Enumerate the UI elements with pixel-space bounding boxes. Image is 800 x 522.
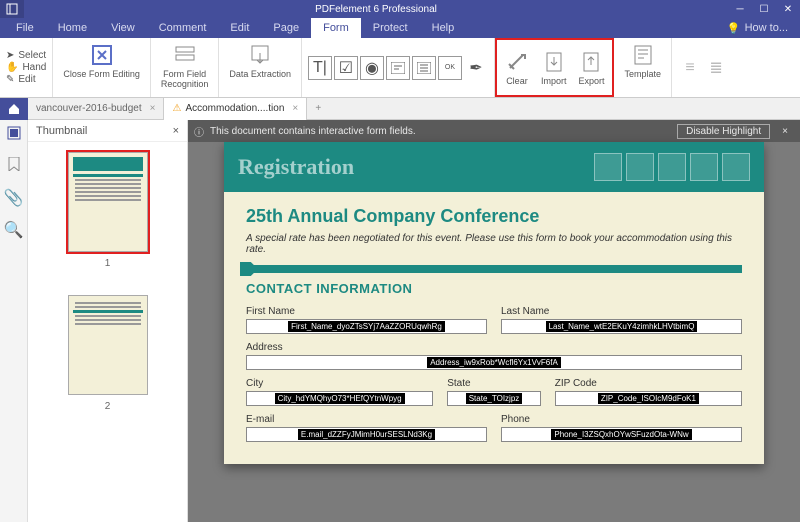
thumbnail-panel: Thumbnail × 1 2 [28, 120, 188, 522]
dropdown-field-button[interactable] [386, 56, 410, 80]
document-tabs: vancouver-2016-budget× ⚠Accommodation...… [0, 98, 800, 120]
edit-tool[interactable]: ✎Edit [6, 74, 46, 85]
city-label: City [246, 378, 433, 389]
ribbon-align-group: ≡ ≣ [672, 38, 734, 97]
close-tab-icon[interactable]: × [288, 103, 298, 114]
radio-field-button[interactable]: ◉ [360, 56, 384, 80]
last-name-label: Last Name [501, 306, 742, 317]
howto-button[interactable]: 💡How to... [727, 22, 800, 35]
page-header: Registration [224, 142, 764, 192]
phone-input[interactable]: Phone_I3ZSQxhOYwSFuzdOta-WNw [501, 427, 742, 442]
thumbnail-panel-button[interactable] [7, 126, 21, 145]
hand-tool[interactable]: ✋Hand [6, 62, 46, 73]
clear-button[interactable]: Clear [499, 47, 535, 89]
close-form-editing-button[interactable]: Close Form Editing [57, 40, 146, 82]
disable-highlight-button[interactable]: Disable Highlight [677, 124, 770, 139]
ribbon-form-fields-group: T| ☑ ◉ OK ✒ [302, 38, 495, 97]
city-input[interactable]: City_hdYMQhyO73*HEfQYtnWpyg [246, 391, 433, 406]
form-info-bar: ⓘ This document contains interactive for… [188, 120, 800, 142]
warning-icon: ⚠ [172, 103, 181, 114]
title-bar: PDFelement 6 Professional ─ ☐ ✕ [0, 0, 800, 18]
state-input[interactable]: State_TOIzjpz [447, 391, 541, 406]
data-extraction-button[interactable]: Data Extraction [223, 40, 297, 82]
ribbon-tools-group: ➤Select ✋Hand ✎Edit [0, 38, 53, 97]
menu-edit[interactable]: Edit [218, 18, 261, 38]
phone-label: Phone [501, 414, 742, 425]
page-thumbnail-1[interactable] [68, 152, 148, 252]
zip-input[interactable]: ZIP_Code_ISOIcM9dFoK1 [555, 391, 742, 406]
template-button[interactable]: Template [618, 40, 667, 82]
address-input[interactable]: Address_iw9xRob*Wcfl6Yx1VvF6fA [246, 355, 742, 370]
menu-protect[interactable]: Protect [361, 18, 420, 38]
checkbox-field-button[interactable]: ☑ [334, 56, 358, 80]
new-tab-button[interactable]: + [307, 103, 329, 114]
menu-comment[interactable]: Comment [147, 18, 219, 38]
address-label: Address [246, 342, 742, 353]
info-icon: ⓘ [194, 124, 204, 139]
page-header-title: Registration [238, 154, 354, 180]
align-2-button[interactable]: ≣ [704, 56, 728, 80]
ribbon: ➤Select ✋Hand ✎Edit Close Form Editing F… [0, 38, 800, 98]
import-button[interactable]: Import [535, 47, 573, 89]
zip-label: ZIP Code [555, 378, 742, 389]
menu-bar: File Home View Comment Edit Page Form Pr… [0, 18, 800, 38]
thumbnail-label: Thumbnail [36, 125, 87, 137]
thumb-number: 1 [105, 258, 111, 269]
export-button[interactable]: Export [572, 47, 610, 89]
button-field-button[interactable]: OK [438, 56, 462, 80]
email-label: E-mail [246, 414, 487, 425]
text-field-button[interactable]: T| [308, 56, 332, 80]
info-message: This document contains interactive form … [210, 126, 416, 137]
pdf-page[interactable]: Registration 25th Annual Company Confere… [224, 142, 764, 464]
app-logo-icon [0, 0, 24, 18]
menu-page[interactable]: Page [261, 18, 311, 38]
tab-vancouver[interactable]: vancouver-2016-budget× [28, 98, 164, 120]
section-heading: CONTACT INFORMATION [246, 281, 742, 296]
minimize-button[interactable]: ─ [728, 0, 752, 18]
close-tab-icon[interactable]: × [146, 103, 156, 114]
align-1-button[interactable]: ≡ [678, 56, 702, 80]
home-tab-button[interactable] [0, 98, 28, 120]
divider-bar [246, 265, 742, 273]
email-input[interactable]: E.mail_dZZFyJMimH0urSESLNd3Kg [246, 427, 487, 442]
page-thumbnail-2[interactable] [68, 295, 148, 395]
header-icons [594, 153, 750, 181]
pointer-icon: ➤ [6, 50, 14, 61]
pencil-icon: ✎ [6, 74, 14, 85]
maximize-button[interactable]: ☐ [752, 0, 776, 18]
import-export-group: Clear Import Export [495, 38, 615, 97]
attachment-panel-button[interactable]: 📎 [4, 188, 24, 208]
menu-file[interactable]: File [4, 18, 46, 38]
hand-icon: ✋ [6, 62, 18, 73]
close-infobar-button[interactable]: × [776, 126, 794, 137]
form-field-recognition-button[interactable]: Form Field Recognition [155, 40, 215, 92]
select-tool[interactable]: ➤Select [6, 50, 46, 61]
lightbulb-icon: 💡 [727, 22, 741, 35]
signature-field-button[interactable]: ✒ [464, 56, 488, 80]
doc-title: 25th Annual Company Conference [246, 206, 742, 227]
listbox-field-button[interactable] [412, 56, 436, 80]
last-name-input[interactable]: Last_Name_wtE2EKuY4zimhkLHVtbimQ [501, 319, 742, 334]
first-name-input[interactable]: First_Name_dyoZTsSYj7AaZZORUqwhRg [246, 319, 487, 334]
first-name-label: First Name [246, 306, 487, 317]
doc-description: A special rate has been negotiated for t… [246, 233, 742, 255]
thumb-number: 2 [105, 401, 111, 412]
menu-view[interactable]: View [99, 18, 147, 38]
menu-help[interactable]: Help [420, 18, 467, 38]
app-title: PDFelement 6 Professional [24, 4, 728, 15]
document-area: ⓘ This document contains interactive for… [188, 120, 800, 522]
close-window-button[interactable]: ✕ [776, 0, 800, 18]
menu-home[interactable]: Home [46, 18, 99, 38]
bookmark-panel-button[interactable] [8, 157, 20, 176]
side-toolbar: 📎 🔍 [0, 120, 28, 522]
tab-accommodation[interactable]: ⚠Accommodation....tion× [164, 98, 307, 120]
menu-form[interactable]: Form [311, 18, 361, 38]
search-panel-button[interactable]: 🔍 [4, 220, 24, 240]
close-panel-button[interactable]: × [173, 125, 179, 137]
state-label: State [447, 378, 541, 389]
